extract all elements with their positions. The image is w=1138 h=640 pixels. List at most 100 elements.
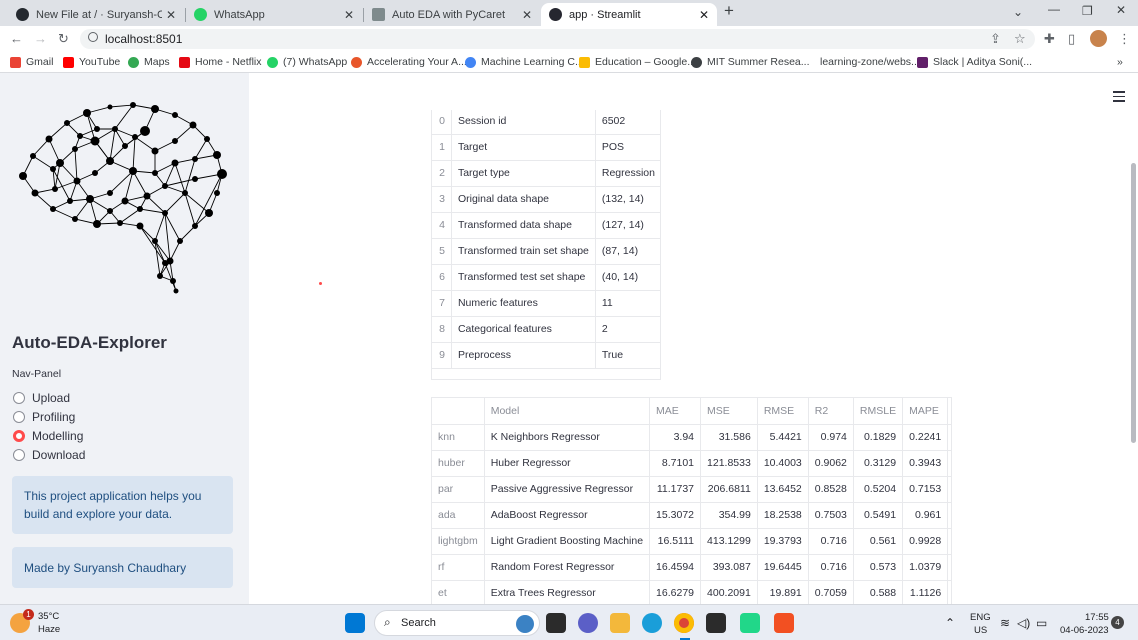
bookmark-education[interactable]: Education – Google... — [579, 56, 696, 68]
bookmark-netflix[interactable]: Home - Netflix — [179, 56, 262, 68]
metric-cell: 19.891 — [757, 580, 809, 604]
new-tab-button[interactable]: + — [724, 1, 734, 21]
setup-description-cell: Original data shape — [451, 186, 596, 213]
setup-dataframe[interactable]: 0 Session id 6502 1 Target POS 2 Target type Reg… — [431, 110, 661, 380]
bookmark-accelerating[interactable]: Accelerating Your A... — [351, 56, 467, 68]
app-icon[interactable] — [774, 613, 794, 633]
radio-circle[interactable] — [13, 392, 25, 404]
truncated-cell — [947, 476, 951, 503]
chat-icon[interactable] — [578, 613, 598, 633]
radio-circle-selected[interactable] — [13, 430, 25, 442]
hamburger-menu-icon[interactable] — [1113, 91, 1125, 105]
extensions-icon[interactable]: ✚ — [1044, 31, 1055, 47]
radio-upload[interactable]: Upload — [13, 390, 70, 406]
notification-badge[interactable]: 4 — [1111, 616, 1124, 629]
radio-circle[interactable] — [13, 449, 25, 461]
profile-avatar[interactable] — [1090, 30, 1107, 47]
table-row: lightgbm Light Gradient Boosting Machine 1… — [432, 528, 951, 555]
chevron-up-icon[interactable]: ⌃ — [945, 616, 955, 630]
pycharm-icon[interactable] — [740, 613, 760, 633]
bookmark-slack[interactable]: Slack | Aditya Soni(... — [917, 56, 1032, 68]
info-icon[interactable] — [88, 32, 98, 42]
table-row: 2 Target type Regression — [432, 160, 660, 187]
kebab-menu-icon[interactable]: ⋮ — [1118, 31, 1131, 47]
forward-arrow-icon[interactable]: → — [34, 31, 47, 46]
edge-icon[interactable] — [642, 613, 662, 633]
table-row: 6 Transformed test set shape (40, 14) — [432, 264, 660, 291]
clock-date[interactable]: 04-06-2023 — [1060, 625, 1109, 636]
bookmark-star-icon[interactable]: ☆ — [1014, 31, 1026, 47]
browser-tab-github[interactable]: New File at / · Suryansh-Codes22 ✕ — [8, 3, 184, 26]
reload-icon[interactable]: ↻ — [58, 31, 69, 47]
bookmark-maps[interactable]: Maps — [128, 56, 170, 68]
column-header[interactable]: MAE — [649, 398, 702, 425]
share-icon[interactable]: ⇪ — [990, 31, 1001, 47]
metric-cell: 0.716 — [808, 528, 854, 555]
column-header[interactable]: R2 — [808, 398, 854, 425]
column-header[interactable]: MSE — [700, 398, 758, 425]
github-icon — [16, 8, 29, 21]
bookmarks-overflow-button[interactable]: » — [1117, 56, 1123, 68]
sublime-icon[interactable] — [706, 613, 726, 633]
battery-icon[interactable]: ▭ — [1036, 616, 1047, 630]
radio-circle[interactable] — [13, 411, 25, 423]
metric-cell: 0.7153 — [902, 476, 949, 503]
bookmark-gmail[interactable]: Gmail — [10, 56, 53, 68]
file-explorer-icon[interactable] — [610, 613, 630, 633]
metric-cell: 206.6811 — [700, 476, 758, 503]
language-label[interactable]: ENG — [970, 612, 991, 623]
setup-value-cell: (87, 14) — [595, 238, 660, 265]
bookmark-mit[interactable]: MIT Summer Resea... — [691, 56, 810, 68]
table-row: 9 Preprocess True — [432, 342, 660, 369]
metric-cell: 0.1829 — [853, 424, 904, 451]
minimize-icon[interactable]: — — [1048, 2, 1060, 16]
row-index: 2 — [432, 160, 452, 187]
setup-value-cell: (127, 14) — [595, 212, 660, 239]
wifi-icon[interactable]: ≋ — [1000, 616, 1010, 630]
column-header[interactable]: Model — [484, 398, 651, 425]
column-header[interactable]: T — [947, 398, 951, 425]
radio-profiling[interactable]: Profiling — [13, 409, 75, 425]
bing-icon[interactable] — [516, 615, 534, 633]
volume-icon[interactable]: ◁) — [1017, 616, 1030, 630]
browser-tab-whatsapp[interactable]: WhatsApp ✕ — [186, 3, 362, 26]
close-icon[interactable]: ✕ — [522, 8, 532, 22]
column-header[interactable]: RMSLE — [853, 398, 904, 425]
chevron-down-icon[interactable]: ⌄ — [1013, 5, 1023, 19]
row-index: 3 — [432, 186, 452, 213]
browser-tab-auto-eda[interactable]: Auto EDA with PyCaret ✕ — [364, 3, 540, 26]
vertical-scrollbar[interactable] — [1131, 163, 1136, 443]
row-index: huber — [432, 450, 485, 477]
column-header[interactable] — [432, 398, 485, 425]
bookmark-label: learning-zone/webs... — [820, 56, 920, 68]
model-comparison-dataframe[interactable]: ModelMAEMSERMSER2RMSLEMAPET knnK Neighbo… — [431, 397, 952, 604]
back-arrow-icon[interactable]: ← — [10, 31, 23, 46]
browser-tab-streamlit[interactable]: app · Streamlit ✕ — [541, 3, 717, 26]
table-row: 5 Transformed train set shape (87, 14) — [432, 238, 660, 265]
side-panel-icon[interactable]: ▯ — [1068, 31, 1075, 47]
close-icon[interactable]: ✕ — [344, 8, 354, 22]
bookmark-learning-zone[interactable]: learning-zone/webs... — [820, 56, 920, 68]
region-label[interactable]: US — [974, 625, 987, 636]
radio-download[interactable]: Download — [13, 447, 85, 463]
radio-modelling[interactable]: Modelling — [13, 428, 83, 444]
address-bar[interactable] — [80, 29, 1035, 49]
bookmark-whatsapp[interactable]: (7) WhatsApp — [267, 56, 347, 68]
windows-start-icon[interactable] — [345, 613, 365, 633]
task-view-icon[interactable] — [546, 613, 566, 633]
column-header[interactable]: MAPE — [902, 398, 949, 425]
metric-cell: 8.7101 — [649, 450, 702, 477]
model-name-cell: AdaBoost Regressor — [484, 502, 651, 529]
chrome-icon[interactable] — [674, 613, 694, 633]
close-icon[interactable]: ✕ — [166, 8, 176, 22]
maximize-icon[interactable]: ❐ — [1082, 4, 1093, 18]
window-close-icon[interactable]: ✕ — [1116, 3, 1126, 17]
clock-time[interactable]: 17:55 — [1085, 612, 1109, 623]
row-index: 1 — [432, 134, 452, 161]
column-header[interactable]: RMSE — [757, 398, 809, 425]
bookmark-youtube[interactable]: YouTube — [63, 56, 120, 68]
setup-value-cell: 6502 — [595, 110, 660, 135]
url-text[interactable]: localhost:8501 — [105, 32, 182, 46]
bookmark-machine-learning[interactable]: Machine Learning C... — [465, 56, 584, 68]
close-icon[interactable]: ✕ — [699, 8, 709, 22]
